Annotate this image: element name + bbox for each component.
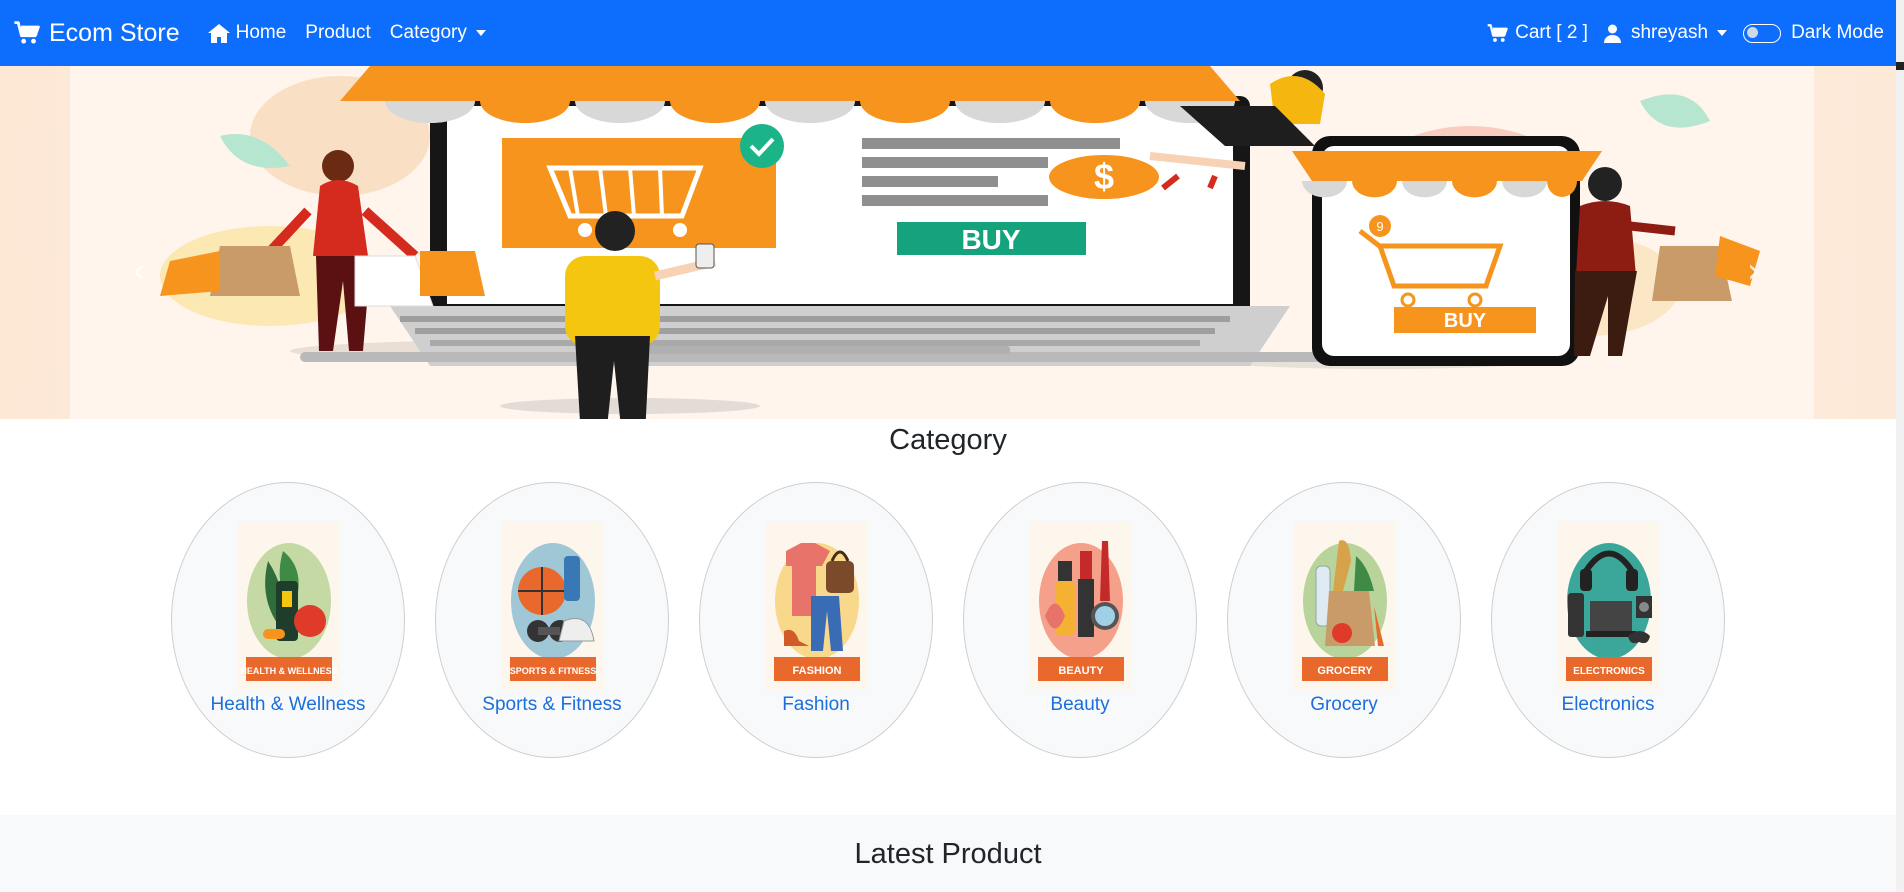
nav-home[interactable]: Home [207,22,287,44]
brand-link[interactable]: Ecom Store [14,19,180,48]
page: Ecom Store Home Product Category Cart [ … [0,0,1904,892]
category-item-fashion[interactable]: FASHION Fashion [699,482,933,758]
nav-product-label: Product [305,22,371,43]
cart-icon [1487,23,1508,42]
category-badge: GROCERY [1317,665,1373,677]
category-label: Beauty [1050,694,1110,715]
category-item-electronics[interactable]: ELECTRONICS Electronics [1491,482,1725,758]
nav-cart[interactable]: Cart [ 2 ] [1487,22,1588,44]
user-icon [1603,24,1621,43]
category-label: Grocery [1310,694,1378,715]
beauty-icon: BEAUTY [1030,521,1132,689]
category-item-beauty[interactable]: BEAUTY Beauty [963,482,1197,758]
category-badge: FASHION [793,665,842,677]
category-badge: HEALTH & WELLNESS [240,666,337,676]
nav-category-label: Category [389,22,467,43]
page-scrollbar[interactable] [1896,0,1904,892]
category-item-grocery[interactable]: GROCERY Grocery [1227,482,1461,758]
fashion-icon: FASHION [766,521,868,689]
category-label: Sports & Fitness [482,694,622,715]
nav-category-dropdown[interactable]: Category [390,22,486,44]
latest-product-title: Latest Product [854,838,1042,870]
dark-mode-toggle[interactable] [1743,23,1782,43]
health-icon: HEALTH & WELLNESS [238,521,340,689]
category-item-sports-fitness[interactable]: SPORTS & FITNESS Sports & Fitness [435,482,669,758]
dollar-sign: $ [1094,156,1114,197]
category-list: HEALTH & WELLNESS Health & Wellness SPOR… [171,482,1726,758]
category-label: Electronics [1561,694,1655,715]
phone-cart-badge: 9 [1376,219,1383,234]
category-badge: SPORTS & FITNESS [510,666,597,676]
phone-buy-label: BUY [1444,310,1487,332]
shopping-illustration: $ BUY 9 BUY [160,66,1760,419]
home-icon [207,23,230,43]
hero-banner-image: $ BUY 9 BUY [70,66,1814,419]
electronics-icon: ELECTRONICS [1558,521,1660,689]
category-label: Health & Wellness [210,694,366,715]
carousel-next-button[interactable]: › [1747,254,1765,288]
cart-icon [14,21,40,44]
nav-home-label: Home [235,22,287,43]
category-label: Fashion [782,694,850,715]
chevron-down-icon [475,30,486,36]
nav-user-dropdown[interactable]: shreyash [1603,22,1728,44]
sports-icon: SPORTS & FITNESS [502,521,604,689]
category-item-health-wellness[interactable]: HEALTH & WELLNESS Health & Wellness [171,482,405,758]
chevron-down-icon [1717,30,1728,36]
nav-user-label: shreyash [1630,22,1709,43]
nav-cart-label: Cart [ 2 ] [1515,22,1588,43]
hero-carousel: $ BUY 9 BUY ‹ › [0,66,1896,419]
navbar: Ecom Store Home Product Category Cart [ … [0,0,1904,66]
screen-buy-label: BUY [961,224,1020,255]
category-title: Category [889,424,1007,456]
carousel-prev-button[interactable]: ‹ [132,254,150,288]
category-badge: ELECTRONICS [1573,666,1645,677]
grocery-icon: GROCERY [1294,521,1396,689]
category-badge: BEAUTY [1058,665,1104,677]
nav-product[interactable]: Product [305,22,370,44]
dark-mode-label: Dark Mode [1791,22,1884,43]
brand-name: Ecom Store [49,18,180,47]
latest-product-section: Latest Product [0,815,1896,892]
scrollbar-thumb[interactable] [1896,62,1904,70]
